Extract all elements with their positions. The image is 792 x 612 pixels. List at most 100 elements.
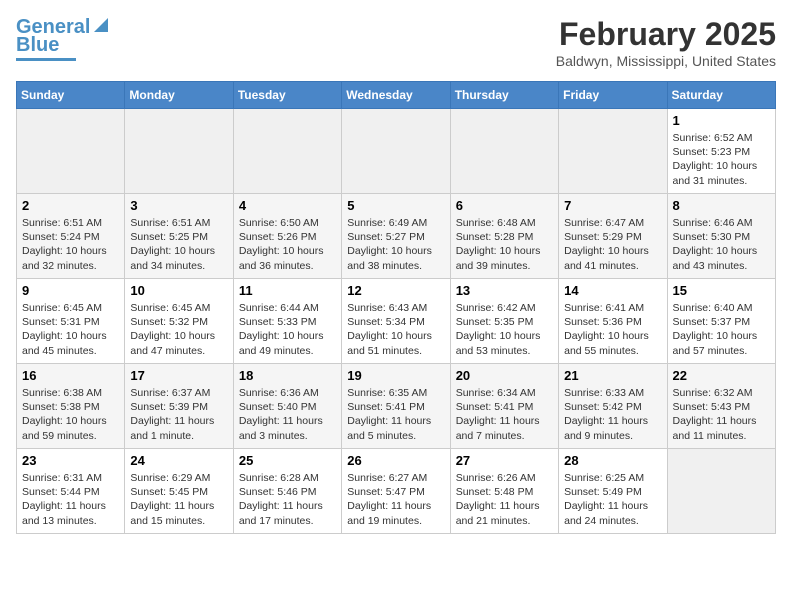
day-cell-21: 21 Sunrise: 6:33 AM Sunset: 5:42 PM Dayli… — [559, 364, 667, 449]
location-subtitle: Baldwyn, Mississippi, United States — [556, 53, 776, 69]
day-number: 7 — [564, 198, 661, 213]
day-number: 2 — [22, 198, 119, 213]
calendar-table: SundayMondayTuesdayWednesdayThursdayFrid… — [16, 81, 776, 534]
logo-arrow-icon — [92, 16, 110, 34]
week-row-2: 2 Sunrise: 6:51 AM Sunset: 5:24 PM Daylig… — [17, 194, 776, 279]
day-number: 19 — [347, 368, 444, 383]
day-cell-3: 3 Sunrise: 6:51 AM Sunset: 5:25 PM Daylig… — [125, 194, 233, 279]
week-row-4: 16Sunrise: 6:38 AM Sunset: 5:38 PM Dayli… — [17, 364, 776, 449]
day-info: Sunrise: 6:42 AM Sunset: 5:35 PM Dayligh… — [456, 301, 553, 358]
day-number: 15 — [673, 283, 770, 298]
day-info: Sunrise: 6:45 AM Sunset: 5:32 PM Dayligh… — [130, 301, 227, 358]
day-cell-20: 20 Sunrise: 6:34 AM Sunset: 5:41 PM Dayli… — [450, 364, 558, 449]
day-number: 13 — [456, 283, 553, 298]
day-cell-9: 9 Sunrise: 6:45 AM Sunset: 5:31 PM Daylig… — [17, 279, 125, 364]
calendar-title-block: February 2025 Baldwyn, Mississippi, Unit… — [556, 16, 776, 69]
day-info: Sunrise: 6:32 AM Sunset: 5:43 PM Dayligh… — [673, 386, 770, 443]
day-number: 1 — [673, 113, 770, 128]
day-info: Sunrise: 6:25 AM Sunset: 5:49 PM Dayligh… — [564, 471, 661, 528]
day-info: Sunrise: 6:37 AM Sunset: 5:39 PM Dayligh… — [130, 386, 227, 443]
day-cell-25: 25Sunrise: 6:28 AM Sunset: 5:46 PM Dayli… — [233, 449, 341, 534]
day-info: Sunrise: 6:26 AM Sunset: 5:48 PM Dayligh… — [456, 471, 553, 528]
day-number: 18 — [239, 368, 336, 383]
day-info: Sunrise: 6:52 AM Sunset: 5:23 PM Dayligh… — [673, 131, 770, 188]
day-number: 9 — [22, 283, 119, 298]
day-info: Sunrise: 6:49 AM Sunset: 5:27 PM Dayligh… — [347, 216, 444, 273]
day-info: Sunrise: 6:44 AM Sunset: 5:33 PM Dayligh… — [239, 301, 336, 358]
day-cell-8: 8Sunrise: 6:46 AM Sunset: 5:30 PM Daylig… — [667, 194, 775, 279]
day-number: 27 — [456, 453, 553, 468]
day-number: 21 — [564, 368, 661, 383]
day-cell-13: 13 Sunrise: 6:42 AM Sunset: 5:35 PM Dayli… — [450, 279, 558, 364]
day-cell-12: 12 Sunrise: 6:43 AM Sunset: 5:34 PM Dayli… — [342, 279, 450, 364]
day-number: 8 — [673, 198, 770, 213]
day-cell-6: 6 Sunrise: 6:48 AM Sunset: 5:28 PM Daylig… — [450, 194, 558, 279]
day-number: 6 — [456, 198, 553, 213]
empty-cell — [342, 109, 450, 194]
day-cell-19: 19Sunrise: 6:35 AM Sunset: 5:41 PM Dayli… — [342, 364, 450, 449]
day-number: 20 — [456, 368, 553, 383]
empty-cell — [667, 449, 775, 534]
day-number: 5 — [347, 198, 444, 213]
logo-underline — [16, 58, 76, 61]
day-number: 11 — [239, 283, 336, 298]
day-cell-2: 2 Sunrise: 6:51 AM Sunset: 5:24 PM Daylig… — [17, 194, 125, 279]
day-cell-5: 5 Sunrise: 6:49 AM Sunset: 5:27 PM Daylig… — [342, 194, 450, 279]
day-info: Sunrise: 6:47 AM Sunset: 5:29 PM Dayligh… — [564, 216, 661, 273]
day-info: Sunrise: 6:33 AM Sunset: 5:42 PM Dayligh… — [564, 386, 661, 443]
day-cell-15: 15Sunrise: 6:40 AM Sunset: 5:37 PM Dayli… — [667, 279, 775, 364]
day-cell-1: 1 Sunrise: 6:52 AM Sunset: 5:23 PM Daylig… — [667, 109, 775, 194]
day-number: 3 — [130, 198, 227, 213]
empty-cell — [559, 109, 667, 194]
day-cell-24: 24Sunrise: 6:29 AM Sunset: 5:45 PM Dayli… — [125, 449, 233, 534]
day-cell-26: 26 Sunrise: 6:27 AM Sunset: 5:47 PM Dayli… — [342, 449, 450, 534]
day-info: Sunrise: 6:51 AM Sunset: 5:24 PM Dayligh… — [22, 216, 119, 273]
week-row-5: 23 Sunrise: 6:31 AM Sunset: 5:44 PM Dayli… — [17, 449, 776, 534]
weekday-header-saturday: Saturday — [667, 82, 775, 109]
weekday-header-monday: Monday — [125, 82, 233, 109]
week-row-1: 1 Sunrise: 6:52 AM Sunset: 5:23 PM Daylig… — [17, 109, 776, 194]
day-info: Sunrise: 6:31 AM Sunset: 5:44 PM Dayligh… — [22, 471, 119, 528]
day-cell-17: 17 Sunrise: 6:37 AM Sunset: 5:39 PM Dayli… — [125, 364, 233, 449]
day-cell-10: 10 Sunrise: 6:45 AM Sunset: 5:32 PM Dayli… — [125, 279, 233, 364]
day-cell-18: 18 Sunrise: 6:36 AM Sunset: 5:40 PM Dayli… — [233, 364, 341, 449]
day-cell-28: 28 Sunrise: 6:25 AM Sunset: 5:49 PM Dayli… — [559, 449, 667, 534]
day-info: Sunrise: 6:50 AM Sunset: 5:26 PM Dayligh… — [239, 216, 336, 273]
day-number: 22 — [673, 368, 770, 383]
day-cell-7: 7 Sunrise: 6:47 AM Sunset: 5:29 PM Daylig… — [559, 194, 667, 279]
month-title: February 2025 — [556, 16, 776, 53]
day-cell-22: 22 Sunrise: 6:32 AM Sunset: 5:43 PM Dayli… — [667, 364, 775, 449]
day-number: 12 — [347, 283, 444, 298]
weekday-header-thursday: Thursday — [450, 82, 558, 109]
day-cell-27: 27 Sunrise: 6:26 AM Sunset: 5:48 PM Dayli… — [450, 449, 558, 534]
day-number: 10 — [130, 283, 227, 298]
weekday-header-wednesday: Wednesday — [342, 82, 450, 109]
day-cell-14: 14 Sunrise: 6:41 AM Sunset: 5:36 PM Dayli… — [559, 279, 667, 364]
empty-cell — [125, 109, 233, 194]
day-info: Sunrise: 6:48 AM Sunset: 5:28 PM Dayligh… — [456, 216, 553, 273]
day-number: 14 — [564, 283, 661, 298]
day-cell-16: 16Sunrise: 6:38 AM Sunset: 5:38 PM Dayli… — [17, 364, 125, 449]
day-info: Sunrise: 6:51 AM Sunset: 5:25 PM Dayligh… — [130, 216, 227, 273]
weekday-header-tuesday: Tuesday — [233, 82, 341, 109]
empty-cell — [17, 109, 125, 194]
day-number: 23 — [22, 453, 119, 468]
week-row-3: 9 Sunrise: 6:45 AM Sunset: 5:31 PM Daylig… — [17, 279, 776, 364]
day-number: 28 — [564, 453, 661, 468]
day-info: Sunrise: 6:41 AM Sunset: 5:36 PM Dayligh… — [564, 301, 661, 358]
empty-cell — [450, 109, 558, 194]
day-info: Sunrise: 6:45 AM Sunset: 5:31 PM Dayligh… — [22, 301, 119, 358]
page-header: General Blue February 2025 Baldwyn, Miss… — [16, 16, 776, 69]
weekday-header-sunday: Sunday — [17, 82, 125, 109]
day-number: 4 — [239, 198, 336, 213]
day-cell-11: 11 Sunrise: 6:44 AM Sunset: 5:33 PM Dayli… — [233, 279, 341, 364]
day-info: Sunrise: 6:36 AM Sunset: 5:40 PM Dayligh… — [239, 386, 336, 443]
day-info: Sunrise: 6:38 AM Sunset: 5:38 PM Dayligh… — [22, 386, 119, 443]
day-info: Sunrise: 6:43 AM Sunset: 5:34 PM Dayligh… — [347, 301, 444, 358]
day-cell-23: 23 Sunrise: 6:31 AM Sunset: 5:44 PM Dayli… — [17, 449, 125, 534]
day-number: 26 — [347, 453, 444, 468]
day-info: Sunrise: 6:29 AM Sunset: 5:45 PM Dayligh… — [130, 471, 227, 528]
day-info: Sunrise: 6:27 AM Sunset: 5:47 PM Dayligh… — [347, 471, 444, 528]
day-number: 17 — [130, 368, 227, 383]
day-info: Sunrise: 6:34 AM Sunset: 5:41 PM Dayligh… — [456, 386, 553, 443]
